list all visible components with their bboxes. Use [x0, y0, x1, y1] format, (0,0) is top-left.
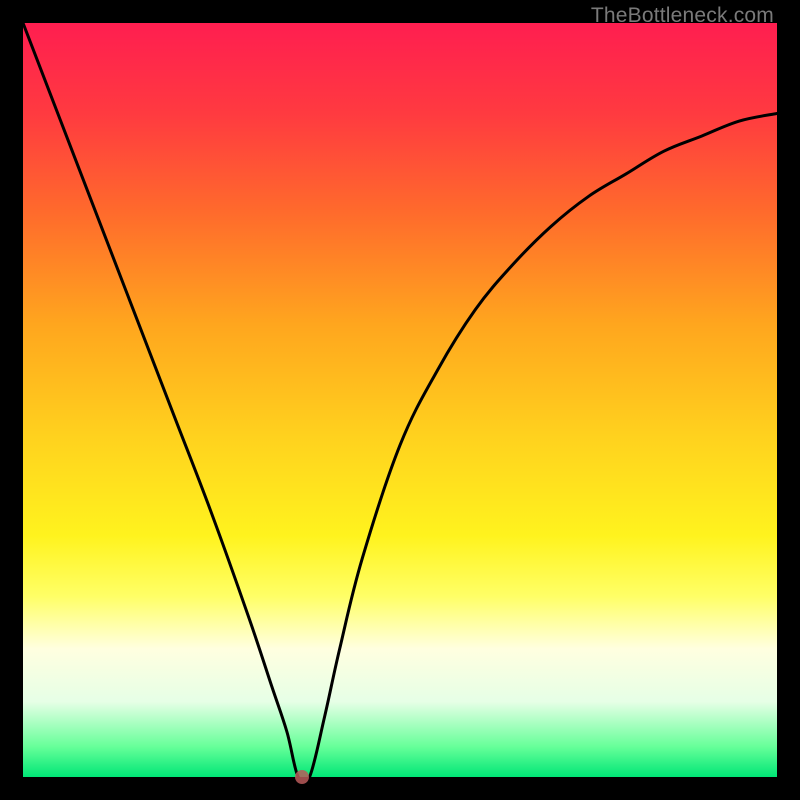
chart-container: TheBottleneck.com — [0, 0, 800, 800]
plot-area — [23, 23, 777, 777]
bottleneck-curve — [23, 23, 777, 777]
curve-svg — [23, 23, 777, 777]
minimum-marker-dot — [295, 770, 309, 784]
